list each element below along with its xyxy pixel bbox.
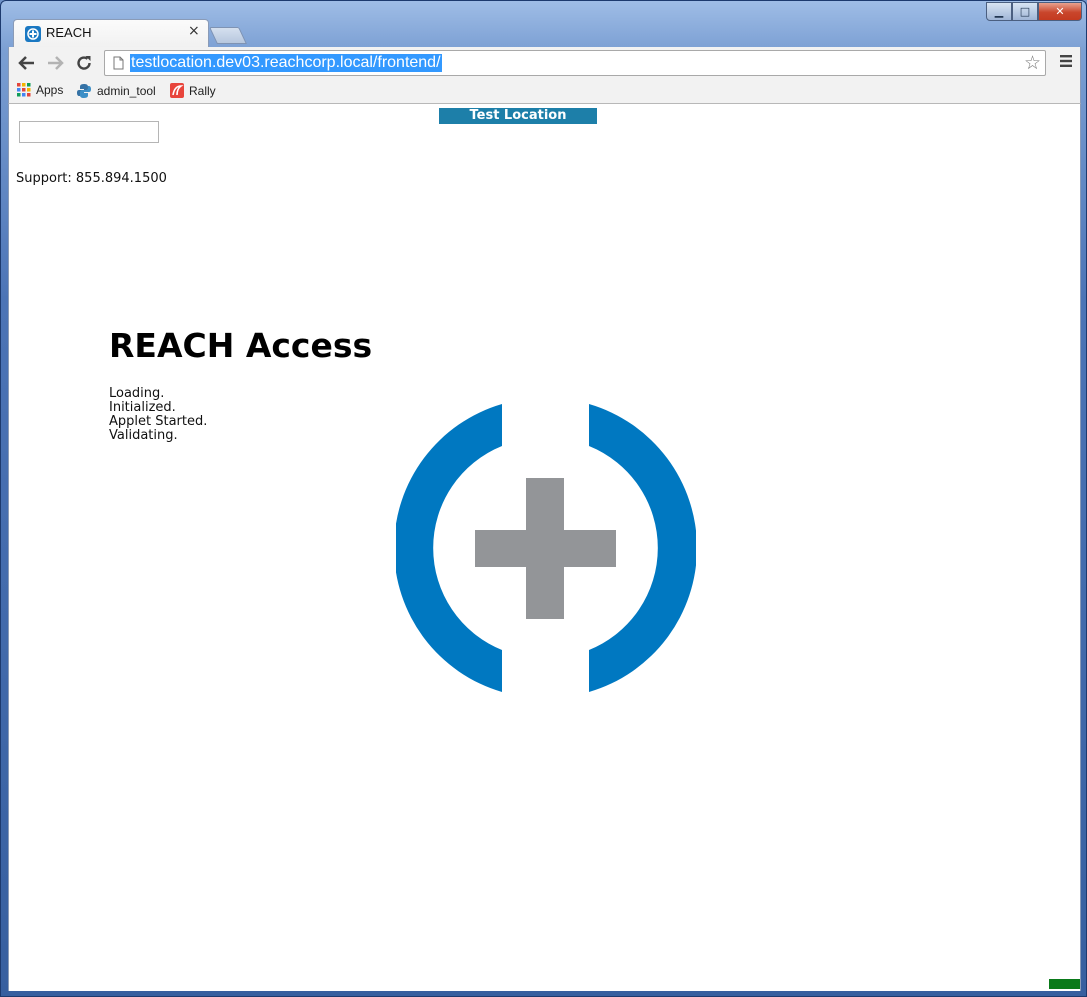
new-tab-button[interactable] <box>209 27 247 44</box>
status-line: Loading. <box>109 386 165 401</box>
page-title: REACH Access <box>109 326 373 365</box>
bookmark-label: Apps <box>36 83 64 97</box>
forward-arrow-icon <box>48 56 64 70</box>
bookmark-label: Rally <box>189 83 216 98</box>
maximize-button[interactable]: □ <box>1012 2 1038 21</box>
reload-icon <box>77 56 91 70</box>
bookmark-admin-tool[interactable]: admin_tool <box>76 83 156 99</box>
browser-window: REACH × ▁ □ ✕ testlocation.dev03.reachco… <box>0 0 1087 997</box>
status-line: Initialized. <box>109 400 176 415</box>
status-line: Validating. <box>109 428 178 443</box>
minimize-button[interactable]: ▁ <box>986 2 1012 21</box>
support-phone: Support: 855.894.1500 <box>16 171 167 186</box>
address-bar[interactable]: testlocation.dev03.reachcorp.local/front… <box>104 50 1046 76</box>
bookmarks-bar: Apps admin_tool Rally <box>8 80 1081 104</box>
bookmark-rally[interactable]: Rally <box>170 83 216 98</box>
tab-close-icon[interactable]: × <box>188 23 200 39</box>
page-content: Test Location (dev03) Support: 855.894.1… <box>8 104 1081 991</box>
status-line: Applet Started. <box>109 414 208 429</box>
back-arrow-icon <box>18 56 34 70</box>
environment-banner: Test Location (dev03) <box>439 108 597 139</box>
window-controls: ▁ □ ✕ <box>986 2 1082 21</box>
forward-button[interactable] <box>44 52 66 74</box>
login-input[interactable] <box>19 121 159 143</box>
reach-logo-icon <box>396 404 696 692</box>
tab-title: REACH <box>46 25 92 40</box>
bookmark-label: admin_tool <box>97 84 156 98</box>
back-button[interactable] <box>16 52 38 74</box>
browser-tab[interactable]: REACH × <box>13 19 209 47</box>
logo-cross-horizontal <box>475 530 616 567</box>
close-window-button[interactable]: ✕ <box>1038 2 1082 21</box>
tab-strip: REACH × ▁ □ ✕ <box>1 1 1087 47</box>
rally-icon <box>170 83 184 98</box>
page-icon <box>113 56 124 70</box>
status-indicator <box>1049 979 1080 989</box>
bookmark-star-icon[interactable]: ☆ <box>1024 52 1041 74</box>
apps-grid-icon <box>17 83 31 97</box>
hamburger-menu-icon <box>1060 55 1072 67</box>
bookmark-apps[interactable]: Apps <box>17 83 63 97</box>
reach-favicon-icon <box>25 26 41 42</box>
browser-toolbar: testlocation.dev03.reachcorp.local/front… <box>8 47 1081 80</box>
url-text[interactable]: testlocation.dev03.reachcorp.local/front… <box>130 54 442 72</box>
browser-menu-button[interactable] <box>1059 53 1073 72</box>
reload-button[interactable] <box>73 52 95 74</box>
status-log: Loading. Initialized. Applet Started. Va… <box>109 387 207 443</box>
python-icon <box>77 84 91 98</box>
